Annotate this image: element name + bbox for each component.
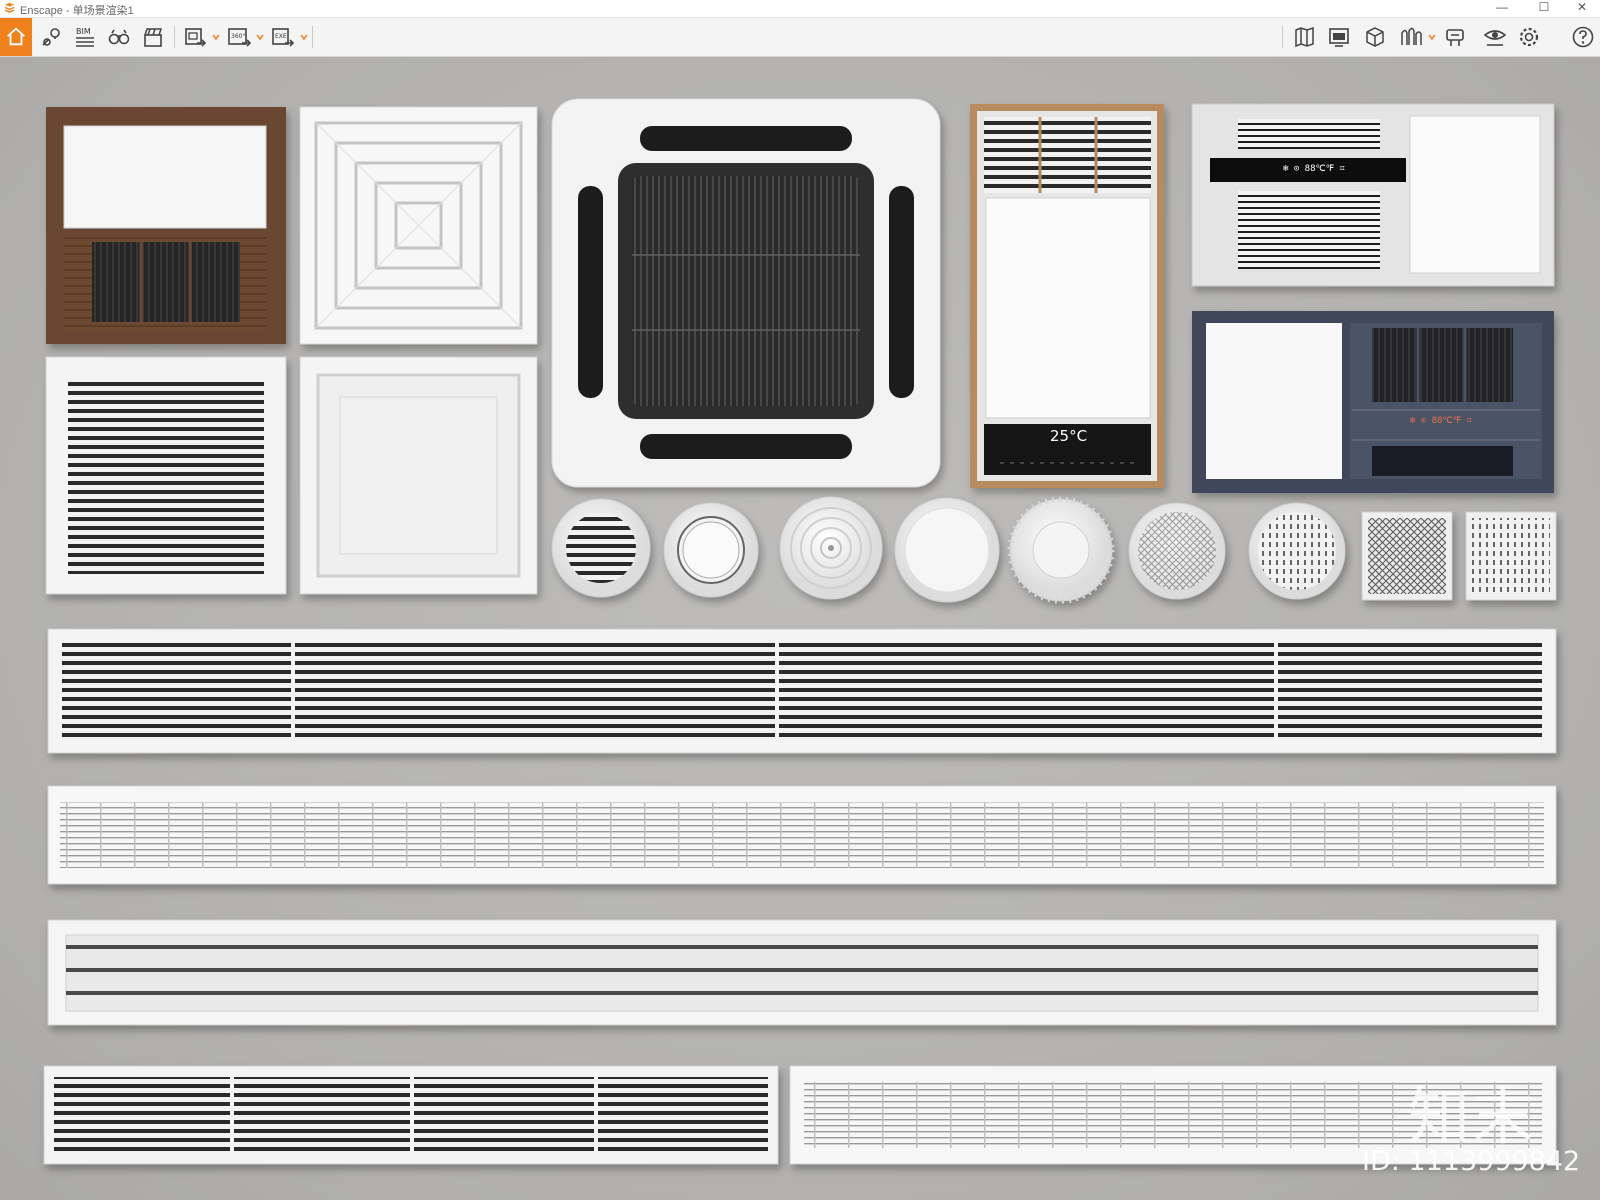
object-library-icon xyxy=(1446,29,1464,46)
close-button[interactable]: ✕ xyxy=(1564,0,1600,17)
batch-render-icon xyxy=(185,28,207,47)
batch-render-button[interactable] xyxy=(180,22,210,52)
round-vent-hex-mesh xyxy=(1128,502,1226,600)
heater-display-readout-a: ❄ ⊙ 88℃℉ ⌗ xyxy=(1283,164,1345,174)
render-viewport[interactable]: 25°C ❄ ⊙ 88℃℉ ⌗ ❄ ⊙ 88℃℉ ⌗ 知末 ID: 111399… xyxy=(0,57,1600,1200)
views-button[interactable] xyxy=(104,22,134,52)
round-vent-louvered xyxy=(551,498,651,598)
linear-slot-grille-fine xyxy=(47,785,1557,885)
toolbar-separator xyxy=(312,26,313,48)
square-plain-ceiling-panel xyxy=(299,356,538,595)
help-icon xyxy=(1572,26,1594,48)
clapperboard-icon xyxy=(144,28,163,47)
square-louver-grille xyxy=(45,356,287,595)
video-editor-button[interactable] xyxy=(138,22,168,52)
export-exe-icon: EXE xyxy=(272,28,295,47)
dark-grey-bath-heater xyxy=(1192,311,1554,493)
material-icon xyxy=(1401,27,1422,45)
screen-button[interactable] xyxy=(1324,22,1354,52)
asset-button[interactable] xyxy=(1360,22,1390,52)
linear-louver-grille-short xyxy=(43,1065,779,1165)
object-library-button[interactable] xyxy=(1440,22,1470,52)
toolbar-separator xyxy=(174,26,175,48)
toolbar-separator xyxy=(1282,26,1283,48)
window-title: Enscape - 单场景渲染1 xyxy=(20,5,134,17)
square-perforated-vent xyxy=(1465,511,1557,601)
minimize-button[interactable]: — xyxy=(1484,0,1520,17)
enscape-logo-icon xyxy=(4,2,15,13)
watermark-logo: 知末 xyxy=(1408,1080,1537,1153)
round-vent-cone-diffuser xyxy=(779,496,883,600)
main-toolbar: BIM 360° EXE xyxy=(0,18,1600,57)
linear-louver-grille-1 xyxy=(47,628,1557,754)
map-button[interactable] xyxy=(1290,22,1320,52)
location-pin-icon xyxy=(42,28,60,46)
round-vent-ring xyxy=(663,502,759,598)
export-exe-button[interactable]: EXE xyxy=(268,22,298,52)
brown-bath-heater-panel xyxy=(46,107,286,344)
settings-button[interactable] xyxy=(1514,22,1544,52)
maximize-button[interactable]: ☐ xyxy=(1526,0,1562,17)
round-vent-plain-disc xyxy=(894,497,1000,603)
panorama-label: 360° xyxy=(231,33,245,40)
help-button[interactable] xyxy=(1568,22,1598,52)
home-button[interactable] xyxy=(0,18,32,56)
exe-label: EXE xyxy=(275,33,287,40)
round-vent-dome xyxy=(1007,496,1115,604)
heater-display-temperature: 25°C xyxy=(1050,427,1088,445)
heater-display-readout-b: ❄ ⊙ 88℃℉ ⌗ xyxy=(1410,416,1472,426)
panorama-360-icon: 360° xyxy=(228,28,251,47)
cassette-air-conditioner xyxy=(551,98,941,488)
visual-settings-icon xyxy=(1483,30,1507,46)
window-title-bar: Enscape - 单场景渲染1 — ☐ ✕ xyxy=(0,0,1600,18)
material-button[interactable] xyxy=(1396,22,1426,52)
vent-catalog-scene xyxy=(43,98,1557,1165)
chevron-down-icon[interactable] xyxy=(300,33,308,41)
square-mesh-vent xyxy=(1361,511,1453,601)
bim-button[interactable]: BIM xyxy=(70,22,100,52)
settings-gear-icon xyxy=(1519,27,1539,47)
chevron-down-icon[interactable] xyxy=(256,33,264,41)
cube-icon xyxy=(1366,27,1384,47)
panorama-button[interactable]: 360° xyxy=(224,22,254,52)
round-vent-perforated xyxy=(1248,502,1346,600)
location-button[interactable] xyxy=(36,22,66,52)
screen-display-icon xyxy=(1329,28,1349,47)
map-icon xyxy=(1295,26,1314,48)
square-diffuser-concentric xyxy=(299,106,538,345)
chevron-down-icon[interactable] xyxy=(212,33,220,41)
chevron-down-icon[interactable] xyxy=(1428,33,1436,41)
bim-label: BIM xyxy=(76,27,91,36)
linear-three-slot-diffuser xyxy=(47,919,1557,1026)
white-bath-heater-with-light xyxy=(1191,103,1555,287)
watermark-id: ID: 1113999842 xyxy=(1362,1146,1581,1177)
bim-icon: BIM xyxy=(76,27,94,47)
visual-settings-button[interactable] xyxy=(1480,22,1510,52)
binoculars-icon xyxy=(108,29,130,45)
home-icon xyxy=(7,27,25,46)
